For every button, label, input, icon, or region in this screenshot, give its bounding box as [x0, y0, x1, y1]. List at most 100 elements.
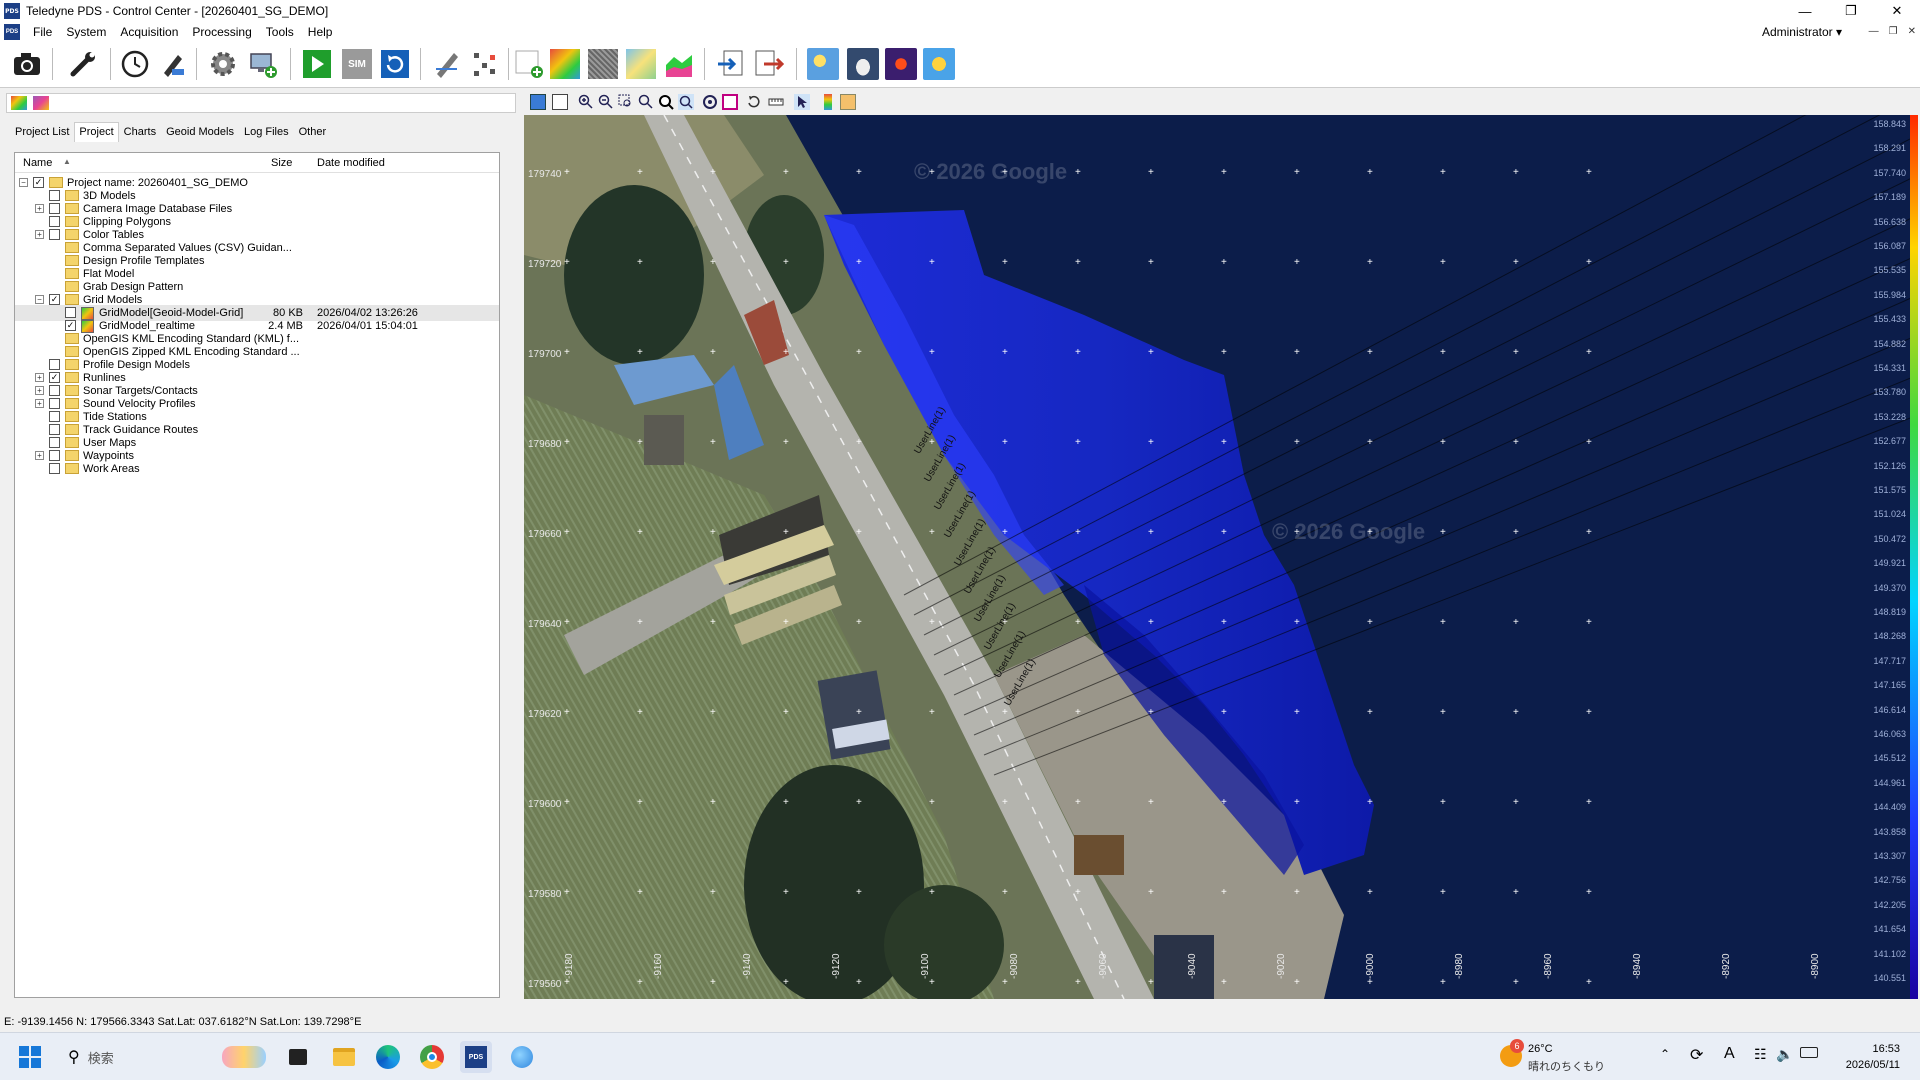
layer-color-icon[interactable] — [11, 96, 27, 110]
user-selector[interactable]: Administrator ▾ — [1762, 25, 1842, 39]
color-legend-icon[interactable] — [824, 94, 832, 110]
expand-icon[interactable]: + — [35, 373, 44, 382]
column-date[interactable]: Date modified — [317, 157, 385, 169]
weather-sunny-icon[interactable] — [922, 47, 956, 81]
texture-icon[interactable] — [586, 47, 620, 81]
task-view-icon[interactable] — [282, 1041, 314, 1073]
rotate-icon[interactable] — [746, 94, 762, 110]
collapse-icon[interactable]: − — [35, 295, 44, 304]
properties-icon[interactable] — [840, 94, 856, 110]
zoom-out-icon[interactable] — [598, 94, 614, 110]
sim-icon[interactable]: SIM — [340, 47, 374, 81]
clock-icon[interactable] — [118, 47, 152, 81]
tree-checkbox[interactable] — [49, 398, 60, 409]
expand-icon[interactable]: + — [35, 399, 44, 408]
menu-tools[interactable]: Tools — [259, 25, 301, 39]
chrome-icon[interactable] — [416, 1041, 448, 1073]
tree-checkbox[interactable] — [49, 229, 60, 240]
minimize-icon[interactable]: — — [1782, 0, 1828, 22]
save-view-icon[interactable] — [552, 94, 568, 110]
sync-icon[interactable]: ⟳ — [1690, 1045, 1703, 1065]
tree-checkbox[interactable]: ✓ — [49, 294, 60, 305]
tree-checkbox[interactable]: ✓ — [65, 320, 76, 331]
pointer-icon[interactable] — [794, 94, 810, 110]
expand-icon[interactable]: + — [35, 204, 44, 213]
map-icon[interactable] — [624, 47, 658, 81]
import-icon[interactable] — [714, 47, 748, 81]
menu-processing[interactable]: Processing — [185, 25, 258, 39]
map-canvas[interactable]: © 2026 Google © 2026 Google UserLine(1) U… — [524, 115, 1918, 999]
wrench-icon[interactable] — [66, 47, 100, 81]
tree-checkbox[interactable] — [49, 450, 60, 461]
close-icon[interactable]: ✕ — [1874, 0, 1920, 22]
wifi-icon[interactable]: ☷ — [1754, 1046, 1767, 1063]
pds-taskbar-icon[interactable]: PDS — [460, 1041, 492, 1073]
measure-icon[interactable] — [768, 94, 784, 110]
tree-checkbox[interactable]: ✓ — [33, 177, 44, 188]
layer-style-icon[interactable] — [33, 96, 49, 110]
expand-icon[interactable]: + — [35, 386, 44, 395]
tab-geoid-models[interactable]: Geoid Models — [161, 122, 239, 142]
column-size[interactable]: Size — [271, 157, 292, 169]
gear-icon[interactable] — [206, 47, 240, 81]
add-grid-icon[interactable] — [512, 47, 546, 81]
tab-project-list[interactable]: Project List — [10, 122, 74, 142]
center-vessel-icon[interactable] — [702, 94, 718, 110]
tree-checkbox[interactable] — [49, 385, 60, 396]
profile-icon[interactable] — [662, 47, 696, 81]
weather-sun-icon[interactable] — [806, 47, 840, 81]
tree-checkbox[interactable] — [49, 203, 60, 214]
windows-start-icon[interactable] — [14, 1041, 46, 1073]
refresh-icon[interactable] — [378, 47, 412, 81]
tab-project[interactable]: Project — [74, 122, 119, 142]
globe-app-icon[interactable] — [506, 1041, 538, 1073]
tree-checkbox[interactable] — [49, 216, 60, 227]
tree-checkbox[interactable] — [49, 437, 60, 448]
menu-acquisition[interactable]: Acquisition — [113, 25, 185, 39]
tree-checkbox[interactable] — [65, 307, 76, 318]
edit-tool-icon[interactable] — [430, 47, 464, 81]
restore-icon[interactable]: ❐ — [1828, 0, 1874, 22]
mdi-restore-icon[interactable]: ❐ — [1889, 26, 1898, 37]
tree-row[interactable]: Work Areas — [15, 461, 499, 477]
mdi-minimize-icon[interactable]: — — [1869, 26, 1879, 37]
tree-checkbox[interactable] — [49, 190, 60, 201]
volume-icon[interactable]: 🔈 — [1776, 1046, 1793, 1063]
clock-date[interactable]: 2026/05/11 — [1830, 1059, 1900, 1071]
camera-icon[interactable] — [10, 47, 44, 81]
layers-icon[interactable] — [530, 94, 546, 110]
zoom-fit-icon[interactable] — [678, 94, 694, 110]
tree-checkbox[interactable]: ✓ — [49, 372, 60, 383]
zoom-extent-icon[interactable] — [638, 94, 654, 110]
column-name[interactable]: Name — [23, 157, 52, 169]
mdi-close-icon[interactable]: ✕ — [1908, 26, 1916, 37]
tree-checkbox[interactable] — [49, 411, 60, 422]
tree-checkbox[interactable] — [49, 424, 60, 435]
select-area-icon[interactable] — [722, 94, 738, 110]
tree-checkbox[interactable] — [49, 463, 60, 474]
battery-icon[interactable] — [1800, 1047, 1818, 1058]
zoom-previous-icon[interactable] — [658, 94, 674, 110]
tray-chevron-icon[interactable]: ⌃ — [1660, 1047, 1670, 1061]
tab-log-files[interactable]: Log Files — [239, 122, 294, 142]
tab-charts[interactable]: Charts — [119, 122, 161, 142]
ime-indicator[interactable]: A — [1724, 1045, 1735, 1063]
color-grid-icon[interactable] — [548, 47, 582, 81]
weather-cloud-icon[interactable] — [846, 47, 880, 81]
zoom-in-icon[interactable] — [578, 94, 594, 110]
clock-time[interactable]: 16:53 — [1840, 1043, 1900, 1055]
menu-file[interactable]: File — [26, 25, 59, 39]
doc-icon[interactable]: PDS — [4, 24, 20, 40]
menu-help[interactable]: Help — [301, 25, 340, 39]
expand-icon[interactable]: + — [35, 451, 44, 460]
weather-sunset-icon[interactable] — [884, 47, 918, 81]
tree-checkbox[interactable] — [49, 359, 60, 370]
menu-system[interactable]: System — [59, 25, 113, 39]
points-icon[interactable] — [468, 47, 502, 81]
edge-icon[interactable] — [372, 1041, 404, 1073]
zoom-window-icon[interactable] — [618, 94, 634, 110]
export-icon[interactable] — [752, 47, 786, 81]
play-icon[interactable] — [300, 47, 334, 81]
expand-icon[interactable]: + — [35, 230, 44, 239]
monitor-add-icon[interactable] — [246, 47, 280, 81]
